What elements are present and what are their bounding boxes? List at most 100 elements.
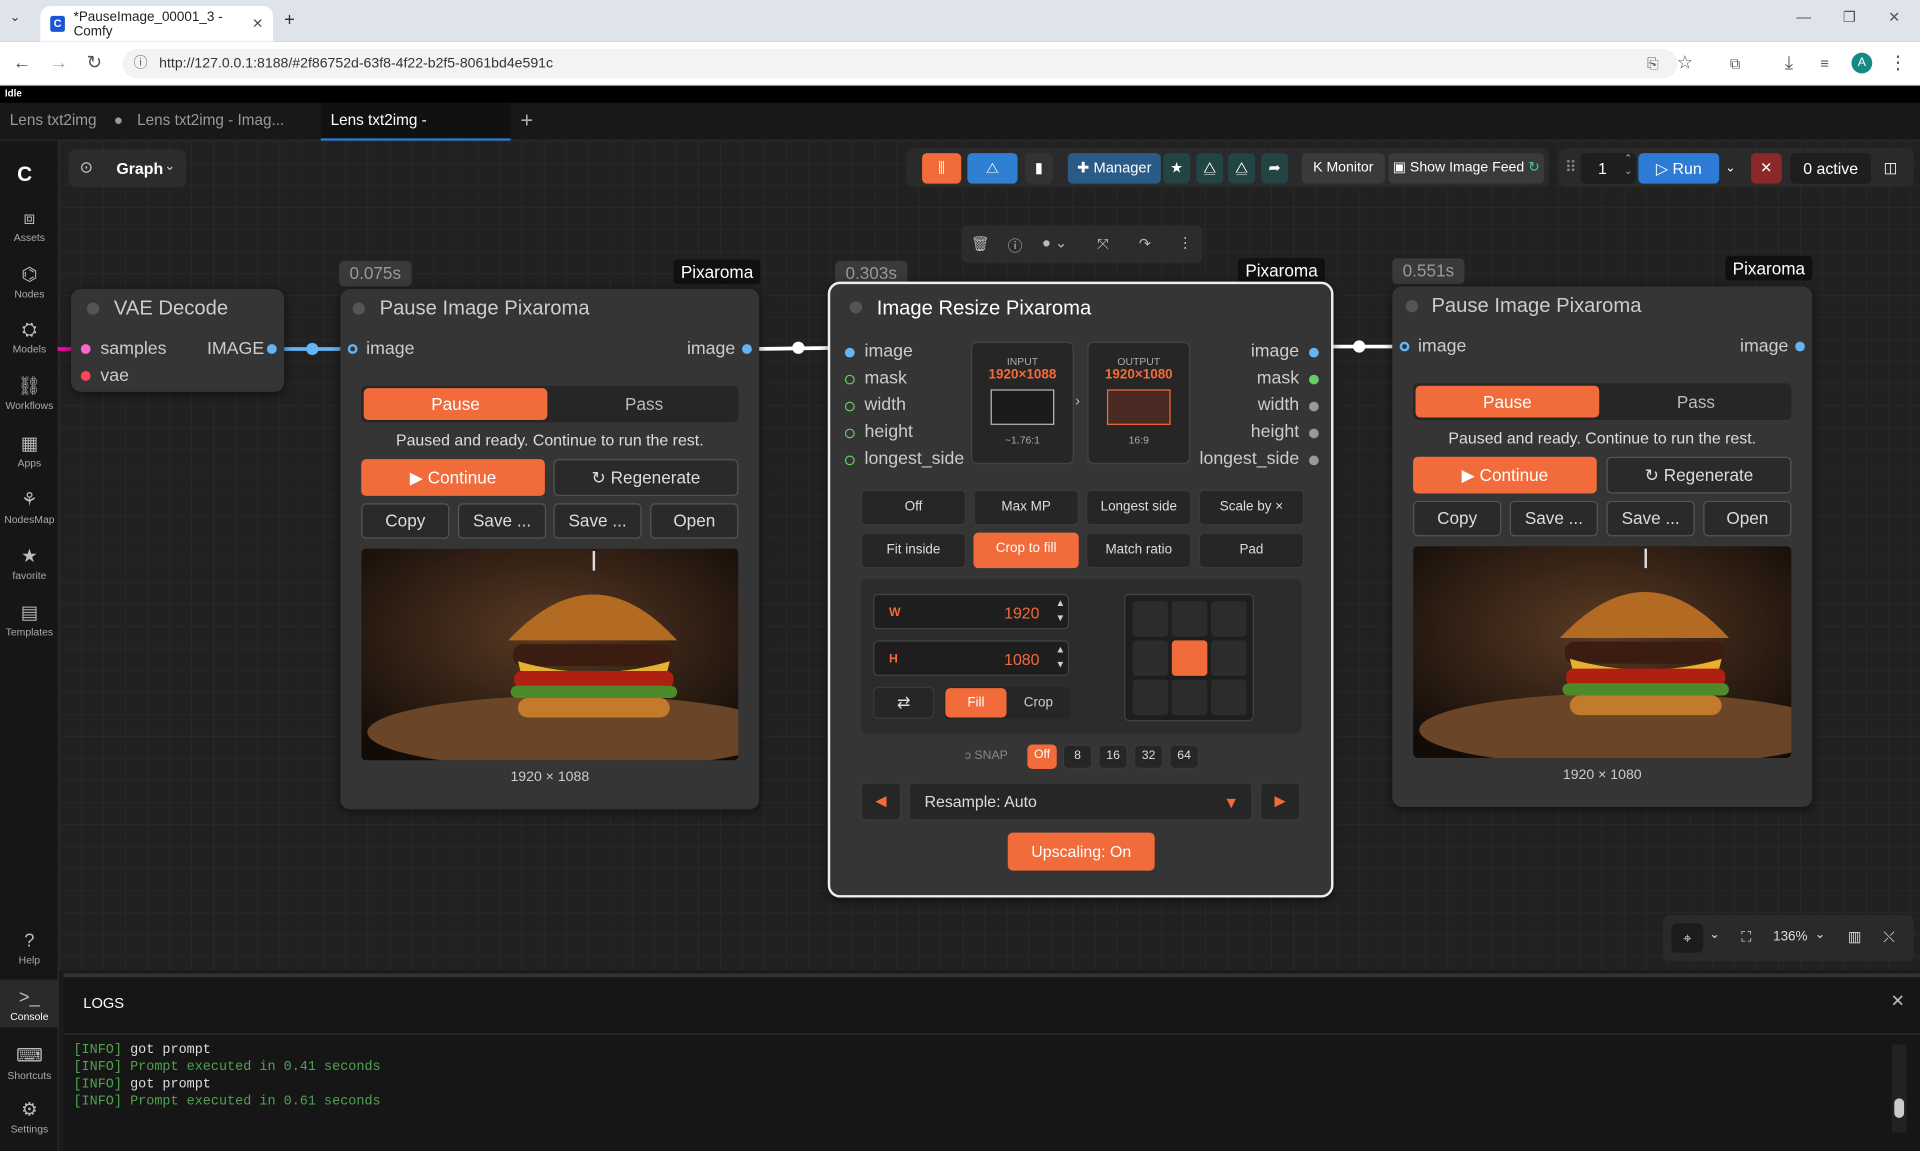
input-label: mask	[864, 368, 907, 389]
vae-socket[interactable]	[80, 371, 91, 381]
mode-button[interactable]: Fit inside	[860, 532, 967, 569]
regenerate-button[interactable]: ↻ Regenerate	[1606, 456, 1792, 494]
mode-button[interactable]: Match ratio	[1086, 532, 1192, 569]
width-output-socket[interactable]	[1308, 401, 1319, 412]
canvas-controls: ⌖ ⌄ ⛶ 136% ⌄ ▥ ⤬	[1662, 914, 1914, 962]
open-button[interactable]: Open	[1703, 500, 1792, 537]
pause-button[interactable]: Pause	[1415, 385, 1600, 418]
pass-button[interactable]: Pass	[1604, 386, 1788, 418]
minimap-icon[interactable]: ▥	[1848, 928, 1862, 945]
image-input-socket[interactable]	[1399, 341, 1410, 352]
anchor-cell[interactable]	[1132, 640, 1169, 676]
mode-button[interactable]: Max MP	[973, 489, 1079, 526]
node-status-dot[interactable]	[849, 301, 863, 314]
input-label: width	[864, 395, 906, 416]
image-output-socket[interactable]	[742, 344, 752, 354]
mask-output-socket[interactable]	[1308, 374, 1319, 385]
width-input[interactable]: W 1920 ▲ ▼	[873, 593, 1069, 630]
anchor-grid	[1124, 593, 1254, 722]
swap-icon[interactable]: ⇄	[873, 686, 935, 719]
mode-button[interactable]: Longest side	[1086, 489, 1192, 526]
brand-badge: Pixaroma	[673, 259, 761, 285]
image-input-socket[interactable]	[347, 344, 358, 354]
resample-select[interactable]: Resample: Auto ▼	[908, 782, 1253, 821]
anchor-cell[interactable]	[1132, 679, 1169, 716]
output-label: IMAGE	[206, 339, 265, 359]
continue-button[interactable]: ▶ Continue	[361, 459, 545, 496]
image-resize-node[interactable]: Image Resize Pixaroma image mask width heig…	[827, 281, 1334, 898]
vae-decode-node[interactable]: VAE Decode samples vae IMAGE	[71, 288, 285, 392]
mask-input-socket[interactable]	[844, 374, 855, 385]
burger-image-preview[interactable]	[1413, 546, 1792, 758]
node-status-dot[interactable]	[352, 302, 365, 315]
input-label: samples	[100, 339, 167, 359]
node-status-dot[interactable]	[1405, 300, 1418, 313]
anchor-cell[interactable]	[1211, 640, 1247, 676]
anchor-cell[interactable]	[1211, 679, 1247, 716]
longest_side-input-socket[interactable]	[844, 455, 855, 466]
logs-scrollbar[interactable]	[1891, 1044, 1907, 1133]
image-input-socket[interactable]	[844, 347, 855, 358]
chevron-down-icon[interactable]: ⌄	[1709, 928, 1719, 941]
mode-button[interactable]: Off	[860, 489, 967, 526]
fit-view-icon[interactable]: ⛶	[1741, 928, 1751, 946]
mode-button[interactable]: Scale by ×	[1198, 489, 1305, 526]
open-button[interactable]: Open	[650, 503, 739, 539]
regenerate-button[interactable]: ↻ Regenerate	[553, 459, 739, 496]
pause-image-node[interactable]: Pause Image Pixaroma image image Pause P…	[340, 288, 760, 810]
log-line: [INFO] Prompt executed in 0.61 seconds	[73, 1094, 381, 1110]
input-label: image	[366, 339, 415, 359]
prev-resample-icon[interactable]: ◀	[860, 782, 902, 821]
save-button[interactable]: Save ...	[457, 503, 547, 539]
anchor-cell[interactable]	[1171, 679, 1208, 716]
height-output-socket[interactable]	[1308, 428, 1319, 439]
width-input-socket[interactable]	[844, 401, 855, 412]
image-output-socket[interactable]	[266, 344, 277, 354]
anchor-cell[interactable]	[1211, 601, 1247, 637]
copy-button[interactable]: Copy	[361, 503, 450, 539]
pause-message: Paused and ready. Continue to run the re…	[1448, 428, 1757, 447]
exec-time-badge: 0.075s	[339, 260, 412, 287]
node-status-dot[interactable]	[86, 302, 100, 315]
longest_side-output-socket[interactable]	[1308, 455, 1319, 466]
zoom-level[interactable]: 136%	[1773, 929, 1807, 944]
save-button[interactable]: Save ...	[1509, 500, 1598, 537]
output-label: width	[1257, 395, 1300, 416]
copy-button[interactable]: Copy	[1413, 500, 1502, 537]
snap-label: ↄ SNAP	[964, 749, 1008, 763]
height-input[interactable]: H 1080 ▲ ▼	[873, 640, 1069, 676]
mode-button[interactable]: Crop to fill	[973, 532, 1079, 569]
crop-button[interactable]: Crop	[1008, 688, 1069, 717]
anchor-cell[interactable]	[1132, 601, 1169, 637]
snap-option[interactable]: 64	[1169, 744, 1199, 769]
pause-message: Paused and ready. Continue to run the re…	[395, 431, 704, 450]
arrow-right-icon: ›	[1075, 391, 1081, 409]
link-visibility-icon[interactable]: ⤬	[1883, 928, 1895, 946]
mode-button[interactable]: Pad	[1198, 532, 1305, 569]
image-output-socket[interactable]	[1795, 341, 1805, 352]
burger-image-preview[interactable]	[361, 548, 739, 761]
chevron-down-icon[interactable]: ⌄	[1815, 928, 1825, 941]
height-input-socket[interactable]	[844, 428, 855, 439]
continue-button[interactable]: ▶ Continue	[1413, 456, 1597, 494]
snap-option[interactable]: 16	[1098, 744, 1128, 769]
next-resample-icon[interactable]: ▶	[1260, 782, 1301, 821]
snap-option[interactable]: 8	[1062, 744, 1093, 769]
close-icon[interactable]: ✕	[1891, 991, 1905, 1012]
fill-button[interactable]: Fill	[945, 688, 1007, 718]
snap-option[interactable]: Off	[1027, 744, 1057, 769]
exec-time-badge: 0.551s	[1392, 258, 1465, 285]
pass-button[interactable]: Pass	[552, 388, 736, 420]
image-output-socket[interactable]	[1308, 347, 1319, 358]
select-cursor-icon[interactable]: ⌖	[1671, 923, 1704, 953]
node-title: VAE Decode	[113, 297, 229, 320]
samples-socket[interactable]	[80, 344, 91, 354]
save-button[interactable]: Save ...	[553, 503, 642, 539]
anchor-cell[interactable]	[1171, 601, 1208, 637]
pause-image-node[interactable]: Pause Image Pixaroma image image Pause P…	[1392, 286, 1813, 807]
anchor-cell[interactable]	[1171, 640, 1208, 676]
save-button[interactable]: Save ...	[1606, 500, 1695, 537]
snap-option[interactable]: 32	[1133, 744, 1164, 769]
pause-button[interactable]: Pause	[363, 388, 548, 421]
upscaling-toggle[interactable]: Upscaling: On	[1007, 832, 1155, 871]
